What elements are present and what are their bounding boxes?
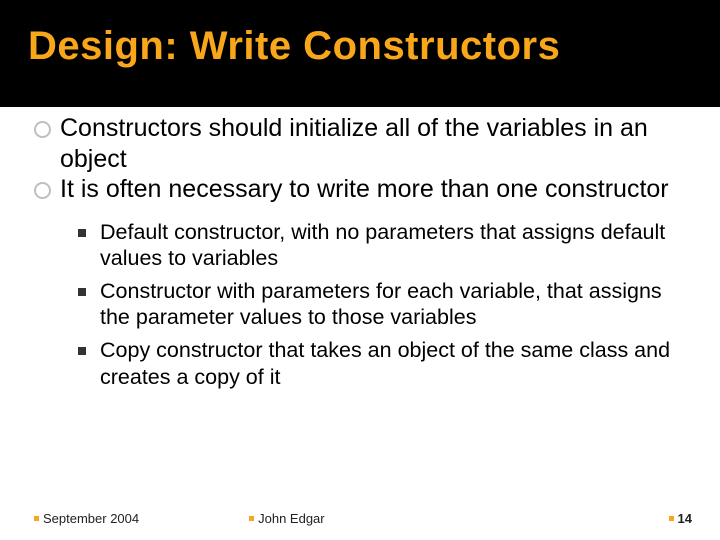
bullet-icon	[669, 516, 674, 521]
secondary-bullet: Copy constructor that takes an object of…	[78, 337, 686, 390]
secondary-bullet: Constructor with parameters for each var…	[78, 278, 686, 331]
title-band: Design: Write Constructors	[0, 0, 720, 107]
slide-body: Constructors should initialize all of th…	[0, 107, 720, 390]
footer-page-number: 14	[678, 511, 692, 526]
primary-bullet: It is often necessary to write more than…	[34, 174, 686, 205]
footer-page: 14	[669, 511, 692, 526]
footer-author: John Edgar	[139, 511, 668, 526]
primary-bullet: Constructors should initialize all of th…	[34, 113, 686, 174]
footer-author-text: John Edgar	[258, 511, 325, 526]
secondary-bullet: Default constructor, with no parameters …	[78, 219, 686, 272]
slide-title: Design: Write Constructors	[28, 24, 720, 69]
secondary-bullet-list: Default constructor, with no parameters …	[34, 219, 686, 391]
slide-footer: September 2004 John Edgar 14	[0, 511, 720, 526]
bullet-icon	[34, 516, 39, 521]
footer-date-text: September 2004	[43, 511, 139, 526]
footer-date: September 2004	[34, 511, 139, 526]
bullet-icon	[249, 516, 254, 521]
primary-bullet-list: Constructors should initialize all of th…	[34, 113, 686, 205]
